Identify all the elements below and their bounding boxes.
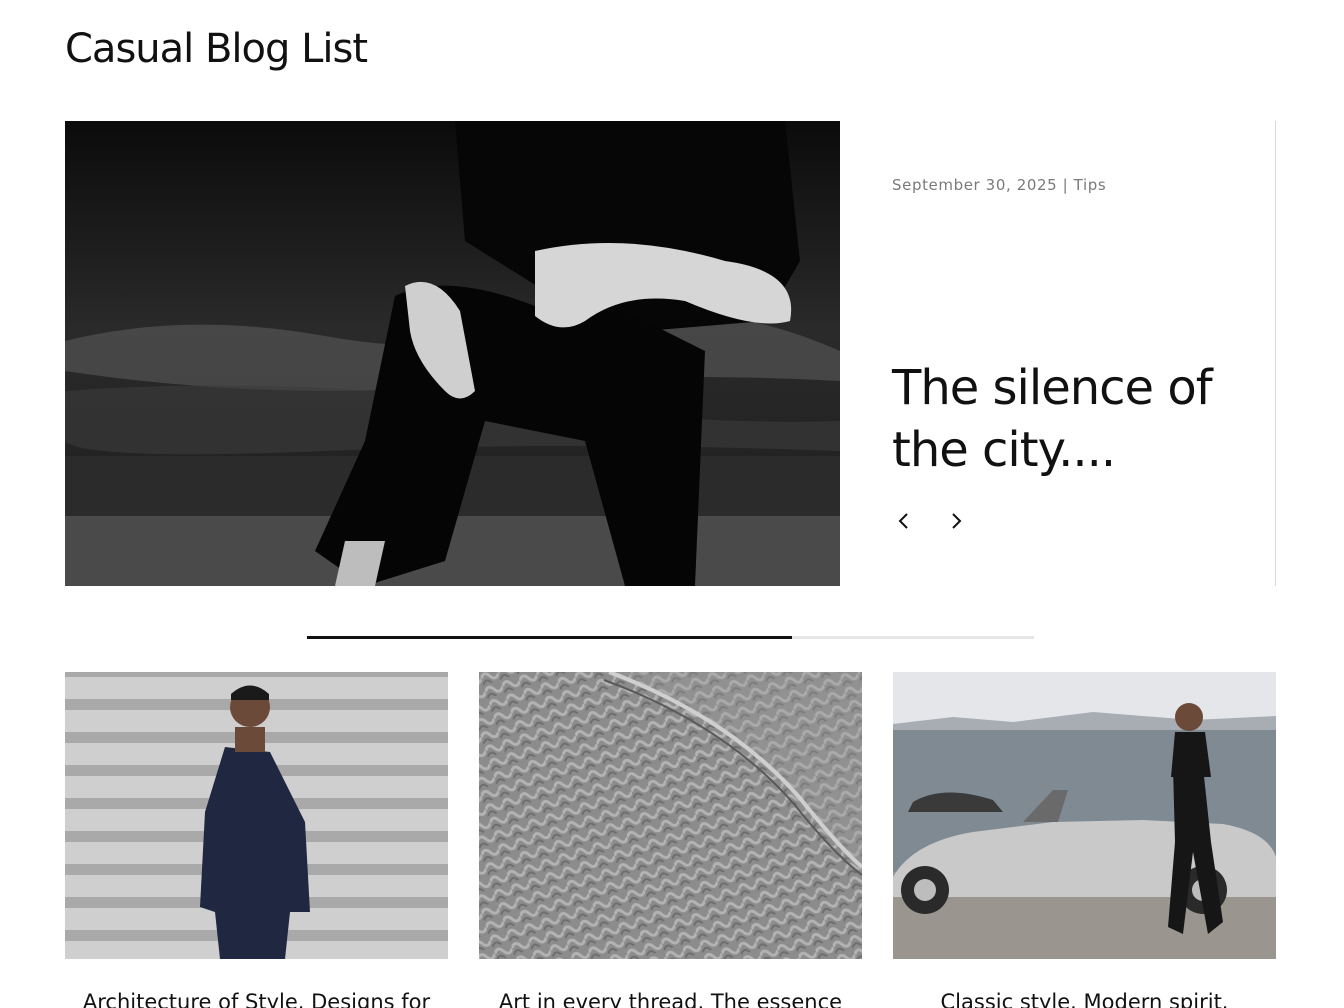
featured-post-photo bbox=[65, 121, 840, 586]
blog-card-image[interactable] bbox=[893, 672, 1276, 959]
blog-card-photo bbox=[65, 672, 448, 959]
blog-card[interactable]: Architecture of Style. Designs for bbox=[65, 672, 448, 1008]
chevron-right-icon bbox=[952, 513, 962, 529]
previous-slide-button[interactable] bbox=[890, 507, 918, 535]
blog-card-photo bbox=[893, 672, 1276, 959]
featured-post-panel: September 30, 2025 | Tips The silence of… bbox=[840, 121, 1276, 586]
featured-post-image[interactable] bbox=[65, 121, 840, 586]
chevron-left-icon bbox=[898, 513, 908, 529]
featured-post-title[interactable]: The silence of the city.... bbox=[892, 357, 1252, 481]
blog-card-photo bbox=[479, 672, 862, 959]
blog-card-title[interactable]: Art in every thread. The essence bbox=[479, 987, 862, 1008]
blog-card-image[interactable] bbox=[65, 672, 448, 959]
slider-progress-track[interactable] bbox=[307, 636, 1034, 639]
page-title: Casual Blog List bbox=[65, 26, 368, 72]
blog-card[interactable]: Art in every thread. The essence bbox=[479, 672, 862, 1008]
blog-card-title[interactable]: Classic style. Modern spirit. bbox=[893, 987, 1276, 1008]
post-meta: September 30, 2025 | Tips bbox=[892, 176, 1107, 194]
blog-card-title[interactable]: Architecture of Style. Designs for bbox=[65, 987, 448, 1008]
slider-progress-fill bbox=[307, 636, 792, 639]
blog-card[interactable]: Classic style. Modern spirit. bbox=[893, 672, 1276, 1008]
blog-card-image[interactable] bbox=[479, 672, 862, 959]
next-slide-button[interactable] bbox=[942, 507, 970, 535]
